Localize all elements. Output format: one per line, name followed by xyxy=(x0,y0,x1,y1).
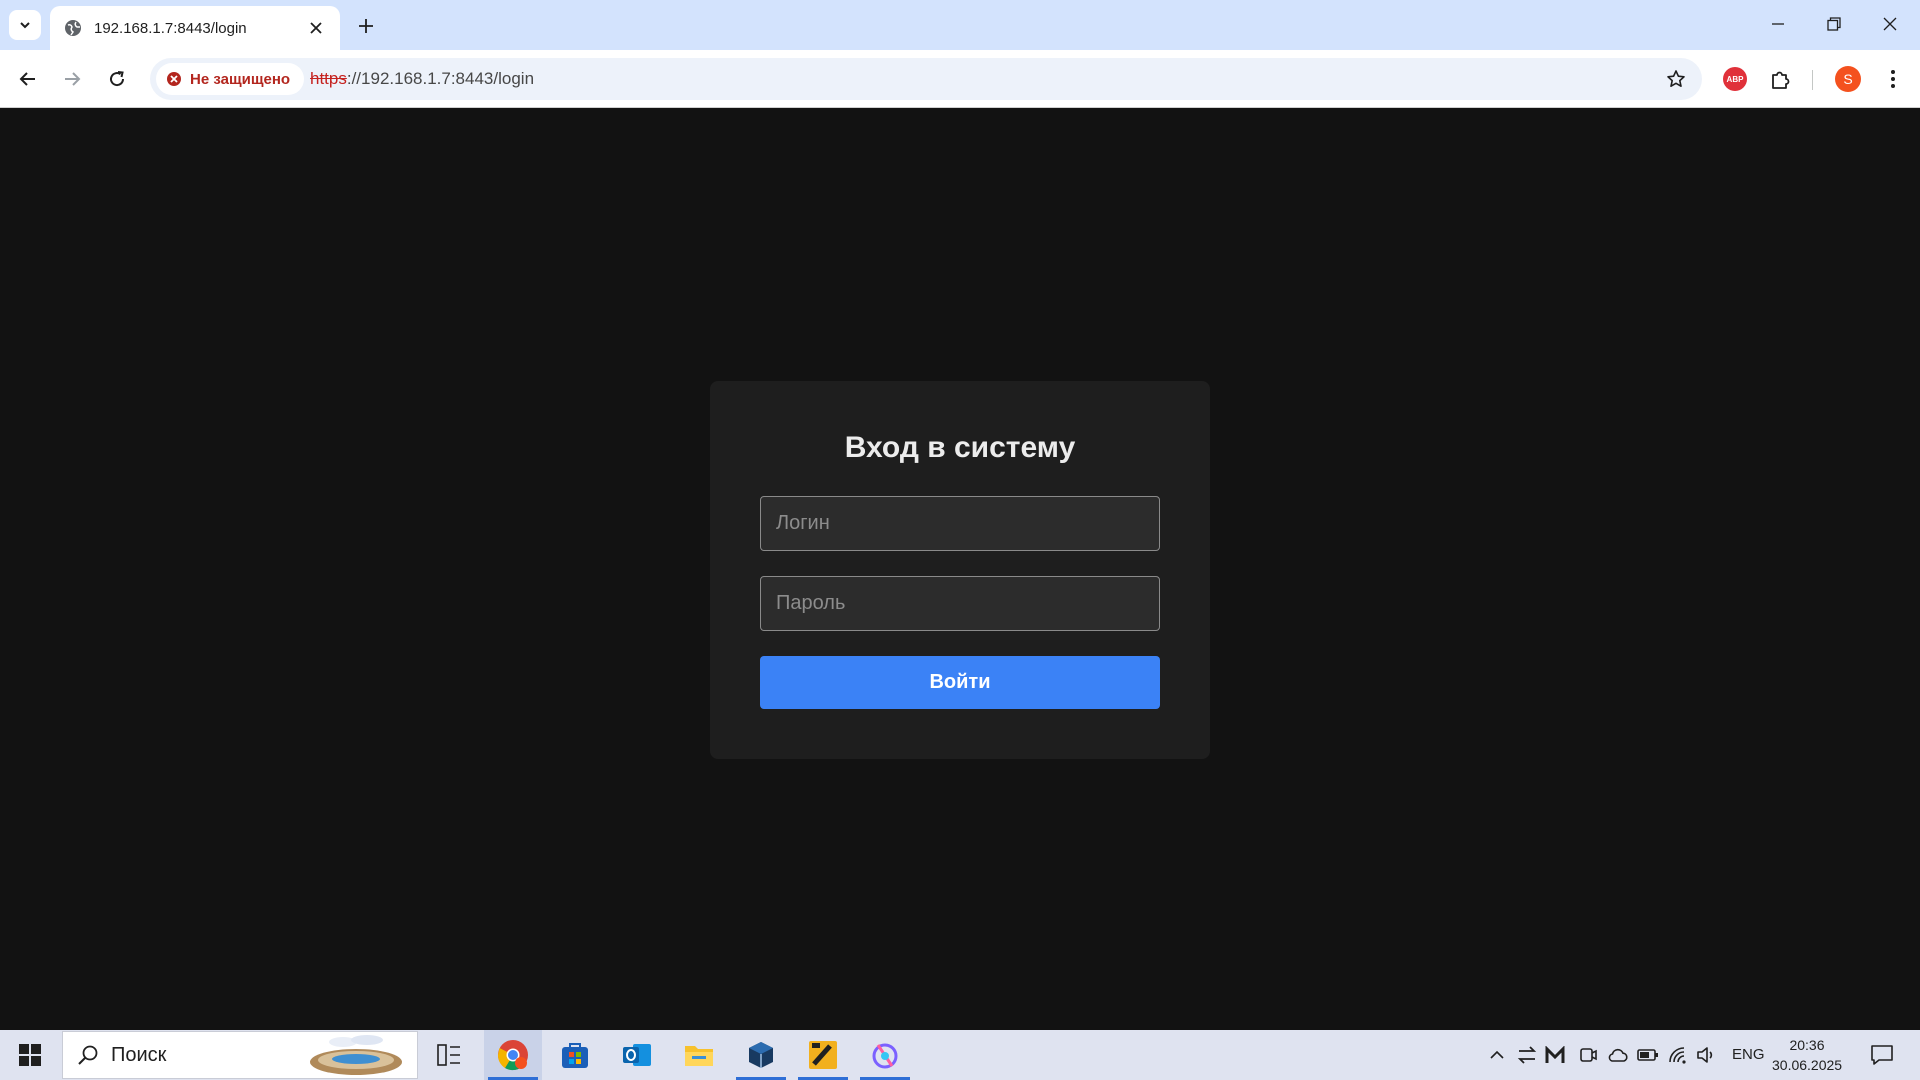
folder-icon xyxy=(685,1046,713,1066)
avatar: S xyxy=(1835,66,1861,92)
battery-icon xyxy=(1637,1049,1658,1061)
browser-toolbar: Не защищено https://192.168.1.7:8443/log… xyxy=(0,50,1920,108)
menu-button[interactable] xyxy=(1876,62,1910,96)
cloud-icon xyxy=(1608,1048,1628,1062)
screen: 192.168.1.7:8443/login Не защищено https… xyxy=(0,0,1920,1080)
security-chip[interactable]: Не защищено xyxy=(156,63,305,95)
search-highlight-image xyxy=(310,1035,402,1075)
globe-icon xyxy=(65,20,81,36)
system-clock[interactable]: 20:36 30.06.2025 xyxy=(1772,1035,1842,1075)
taskbar-search[interactable]: Поиск xyxy=(62,1031,418,1079)
plus-icon xyxy=(359,19,373,33)
taskbar-chrome[interactable] xyxy=(484,1030,542,1080)
minimize-icon xyxy=(1772,23,1784,25)
url-text: https://192.168.1.7:8443/login xyxy=(310,69,534,89)
tab-search-button[interactable] xyxy=(9,10,41,40)
tray-meet[interactable] xyxy=(1576,1043,1600,1067)
notification-icon xyxy=(1871,1045,1893,1065)
tab-strip: 192.168.1.7:8443/login xyxy=(0,0,1920,50)
taskbar-store[interactable] xyxy=(546,1030,604,1080)
tray-volume[interactable] xyxy=(1694,1043,1718,1067)
login-field[interactable] xyxy=(760,496,1160,551)
chevron-up-icon xyxy=(1490,1050,1504,1059)
start-button[interactable] xyxy=(0,1030,60,1080)
tray-overflow-button[interactable] xyxy=(1485,1043,1509,1067)
login-button[interactable]: Войти xyxy=(760,656,1160,709)
star-icon xyxy=(1667,70,1685,87)
transfer-icon xyxy=(1517,1046,1537,1064)
forward-button[interactable] xyxy=(55,62,89,96)
reload-button[interactable] xyxy=(100,62,134,96)
clock-time: 20:36 xyxy=(1789,1037,1825,1053)
arrow-left-icon xyxy=(19,72,35,86)
tab-close-button[interactable] xyxy=(306,18,326,38)
tab-title: 192.168.1.7:8443/login xyxy=(94,19,247,37)
warning-icon xyxy=(167,72,181,86)
clock-date: 30.06.2025 xyxy=(1772,1057,1843,1073)
taskbar-virtualbox[interactable] xyxy=(732,1030,790,1080)
tray-app-m[interactable] xyxy=(1543,1043,1567,1067)
back-button[interactable] xyxy=(11,62,45,96)
bookmark-button[interactable] xyxy=(1664,67,1688,91)
puzzle-icon xyxy=(1772,71,1790,89)
url-rest: ://192.168.1.7:8443/login xyxy=(346,69,535,88)
close-window-button[interactable] xyxy=(1868,8,1912,40)
adblock-icon: ABP xyxy=(1723,67,1747,91)
password-field[interactable] xyxy=(760,576,1160,631)
browser-tab[interactable]: 192.168.1.7:8443/login xyxy=(50,6,340,50)
close-icon xyxy=(1883,17,1897,31)
outlook-icon xyxy=(623,1044,651,1066)
wifi-icon xyxy=(1669,1047,1686,1064)
search-icon xyxy=(78,1045,98,1065)
toolbar-divider xyxy=(1812,70,1813,90)
camera-icon xyxy=(1580,1048,1597,1062)
input-language[interactable]: ENG xyxy=(1732,1046,1765,1063)
security-label: Не защищено xyxy=(190,70,291,88)
chrome-icon xyxy=(497,1040,528,1071)
virtualbox-icon xyxy=(749,1042,773,1068)
url-scheme: https xyxy=(310,69,347,88)
tray-battery[interactable] xyxy=(1636,1043,1660,1067)
windows-logo-icon xyxy=(19,1044,41,1066)
terminal-app-icon xyxy=(809,1041,837,1069)
close-icon xyxy=(310,22,322,34)
login-card: Вход в систему Войти xyxy=(710,381,1210,759)
address-bar[interactable]: Не защищено https://192.168.1.7:8443/log… xyxy=(150,58,1702,100)
tray-network[interactable] xyxy=(1666,1043,1690,1067)
adblock-extension-button[interactable]: ABP xyxy=(1718,62,1752,96)
kebab-menu-icon xyxy=(1891,70,1895,88)
taskbar-paint-app[interactable] xyxy=(856,1030,914,1080)
tray-transfer[interactable] xyxy=(1515,1043,1539,1067)
search-label: Поиск xyxy=(111,1043,167,1066)
tray-onedrive[interactable] xyxy=(1606,1043,1630,1067)
m-logo-icon xyxy=(1545,1046,1565,1063)
taskbar-file-explorer[interactable] xyxy=(670,1030,728,1080)
reload-icon xyxy=(110,71,125,87)
task-view-icon xyxy=(437,1044,460,1066)
speaker-icon xyxy=(1697,1047,1713,1063)
extensions-button[interactable] xyxy=(1764,62,1798,96)
restore-icon xyxy=(1827,17,1841,31)
taskbar-outlook[interactable] xyxy=(608,1030,666,1080)
taskbar: Поиск ENG 20:36 30.06.2025 xyxy=(0,1030,1920,1080)
profile-button[interactable]: S xyxy=(1831,62,1865,96)
paint-app-icon xyxy=(872,1043,898,1069)
taskbar-terminal-app[interactable] xyxy=(794,1030,852,1080)
store-icon xyxy=(562,1043,588,1068)
page-title: Вход в систему xyxy=(844,431,1076,464)
new-tab-button[interactable] xyxy=(352,12,380,40)
notification-center-button[interactable] xyxy=(1862,1040,1902,1070)
chevron-down-icon xyxy=(20,22,30,29)
restore-button[interactable] xyxy=(1812,8,1856,40)
page-content: Вход в систему Войти xyxy=(0,109,1920,1030)
arrow-right-icon xyxy=(65,72,81,86)
task-view-button[interactable] xyxy=(420,1030,478,1080)
minimize-button[interactable] xyxy=(1756,8,1800,40)
